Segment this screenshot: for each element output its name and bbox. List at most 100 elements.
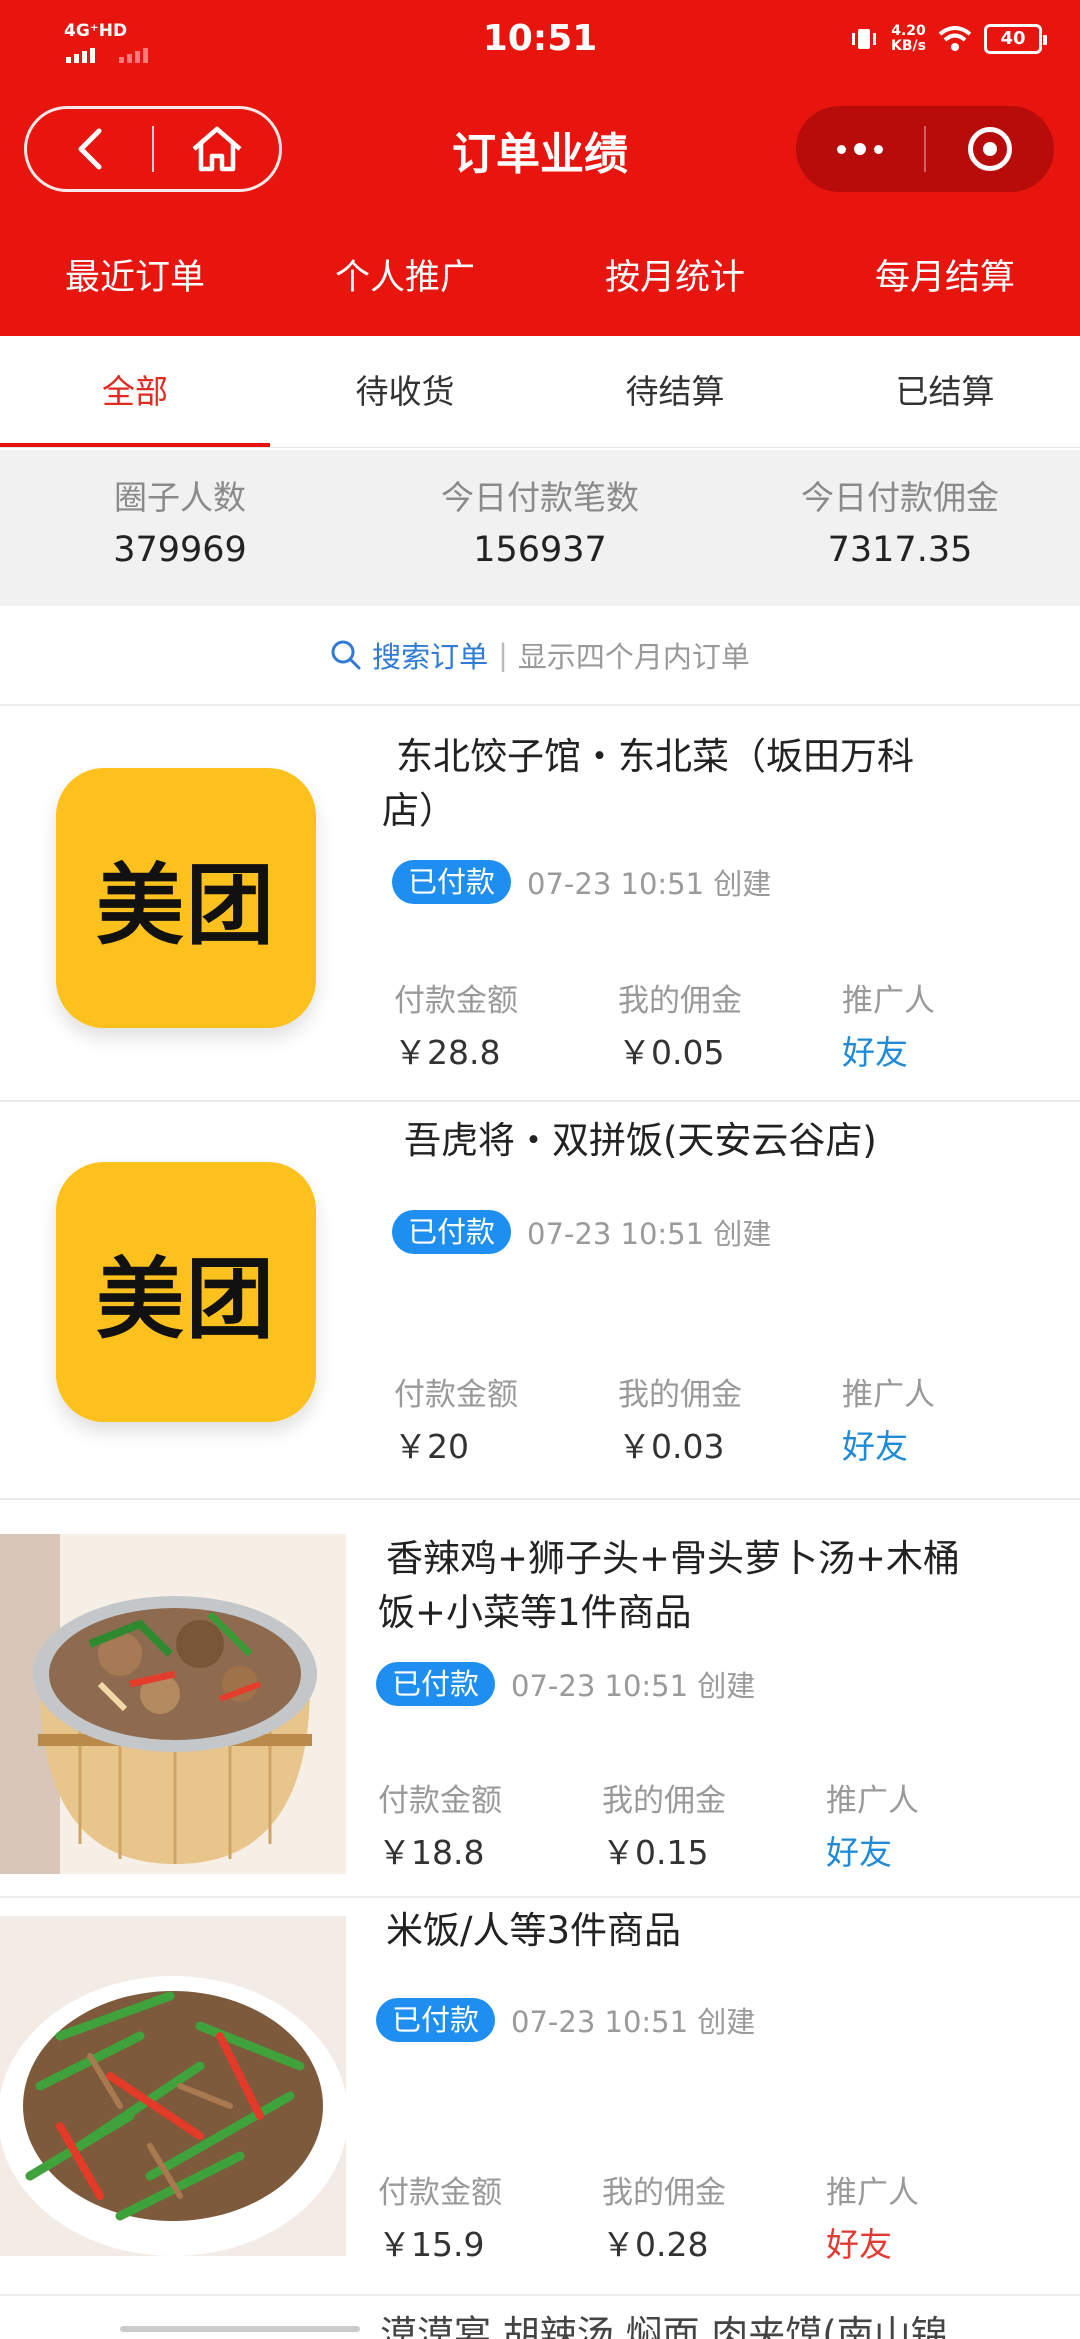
order-title-line: 香辣鸡+狮子头+骨头萝卜汤+木桶 <box>386 1537 961 1580</box>
promoter-value: 好友 <box>826 1833 892 1872</box>
commission-col: 我的佣金 ￥0.05 <box>618 978 842 1078</box>
promoter-label: 推广人 <box>826 1783 919 1819</box>
stat-circle-members: 圈子人数 379969 <box>0 450 360 606</box>
battery-icon: 40 <box>984 24 1047 54</box>
amount-value: ￥20 <box>394 1427 469 1466</box>
order-title-line: 吾虎将・双拼饭(天安云谷店) <box>404 1119 877 1162</box>
promoter-label: 推广人 <box>826 2175 919 2211</box>
status-bar: 4G⁺HD 10:51 4.20 KB/s 40 <box>0 0 1080 84</box>
tab-settled[interactable]: 已结算 <box>810 336 1080 447</box>
stat-value: 156937 <box>473 530 607 570</box>
amount-col: 付款金额 ￥28.8 <box>394 978 618 1078</box>
order-status-row: 已付款 07-23 10:51 创建 <box>392 860 771 904</box>
net-speed-unit: KB/s <box>891 38 926 54</box>
search-orders-row[interactable]: 搜索订单 | 显示四个月内订单 <box>0 606 1080 706</box>
order-status-tabs: 全部 待收货 待结算 已结算 <box>0 336 1080 448</box>
more-button[interactable] <box>796 106 924 192</box>
order-metrics: 付款金额 ￥28.8 我的佣金 ￥0.05 推广人 好友 <box>394 978 1066 1078</box>
amount-col: 付款金额 ￥20 <box>394 1372 618 1472</box>
net-speed: 4.20 KB/s <box>891 24 926 54</box>
food-photo <box>0 1916 346 2256</box>
commission-label: 我的佣金 <box>618 983 742 1019</box>
commission-value: ￥0.05 <box>618 1033 725 1072</box>
peek-title: 漠漠宴 胡辣汤 焖面 肉夹馍(南山锦 <box>380 2313 948 2339</box>
commission-label: 我的佣金 <box>602 2175 726 2211</box>
promoter-value: 好友 <box>842 1033 908 1072</box>
search-separator: | <box>498 638 508 672</box>
tab-all[interactable]: 全部 <box>0 336 270 447</box>
commission-col: 我的佣金 ￥0.28 <box>602 2170 826 2270</box>
commission-value: ￥0.15 <box>602 1833 709 1872</box>
promoter-value: 好友 <box>826 2225 892 2264</box>
order-status-row: 已付款 07-23 10:51 创建 <box>392 1210 771 1254</box>
amount-value: ￥15.9 <box>378 2225 485 2264</box>
meituan-logo: 美团 <box>56 768 316 1028</box>
stat-value: 7317.35 <box>827 530 973 570</box>
promoter-label: 推广人 <box>842 1377 935 1413</box>
stat-today-commission: 今日付款佣金 7317.35 <box>720 450 1080 606</box>
stat-today-payments: 今日付款笔数 156937 <box>360 450 720 606</box>
food-photo <box>0 1534 346 1874</box>
order-metrics: 付款金额 ￥15.9 我的佣金 ￥0.28 推广人 好友 <box>378 2170 1050 2270</box>
order-status-row: 已付款 07-23 10:51 创建 <box>376 1662 755 1706</box>
search-hint: 显示四个月内订单 <box>517 640 750 674</box>
order-title: 香辣鸡+狮子头+骨头萝卜汤+木桶 饭+小菜等1件商品 <box>378 1532 961 1640</box>
order-item[interactable]: 米饭/人等3件商品 已付款 07-23 10:51 创建 付款金额 ￥15.9 … <box>0 1900 1080 2296</box>
order-title: 米饭/人等3件商品 <box>386 1904 681 1958</box>
tab-monthly-settlement[interactable]: 每月结算 <box>810 248 1080 308</box>
commission-value: ￥0.03 <box>618 1427 725 1466</box>
commission-label: 我的佣金 <box>602 1783 726 1819</box>
order-item[interactable]: 美团 吾虎将・双拼饭(天安云谷店) 已付款 07-23 10:51 创建 付款金… <box>0 1104 1080 1500</box>
pepper-pork-stirfry-photo <box>0 1916 346 2256</box>
stat-label: 圈子人数 <box>114 478 246 517</box>
vibrate-icon <box>852 29 877 49</box>
amount-value: ￥18.8 <box>378 1833 485 1872</box>
meituan-logo-text: 美团 <box>95 853 276 957</box>
commission-col: 我的佣金 ￥0.03 <box>618 1372 842 1472</box>
stats-panel: 圈子人数 379969 今日付款笔数 156937 今日付款佣金 7317.35 <box>0 450 1080 606</box>
order-item[interactable]: 美团 东北饺子馆・东北菜（坂田万科 店） 已付款 07-23 10:51 创建 … <box>0 708 1080 1102</box>
promoter-value: 好友 <box>842 1427 908 1466</box>
peek-image-edge <box>120 2326 360 2332</box>
amount-label: 付款金额 <box>378 1783 502 1819</box>
paid-badge: 已付款 <box>376 1662 496 1706</box>
order-created-time: 07-23 10:51 创建 <box>511 1669 756 1703</box>
amount-label: 付款金额 <box>378 2175 502 2211</box>
paid-badge: 已付款 <box>376 1998 496 2042</box>
search-orders-link[interactable]: 搜索订单 <box>372 634 488 676</box>
tab-monthly-stats[interactable]: 按月统计 <box>540 248 810 308</box>
amount-label: 付款金额 <box>394 983 518 1019</box>
wooden-bucket-rice-photo <box>0 1534 346 1874</box>
meituan-logo: 美团 <box>56 1162 316 1422</box>
search-icon <box>331 640 361 670</box>
stat-value: 379969 <box>113 530 247 570</box>
order-title-line: 店） <box>382 789 456 832</box>
wifi-icon <box>938 26 972 51</box>
close-mini-program-button[interactable] <box>926 106 1054 192</box>
order-title-line: 饭+小菜等1件商品 <box>378 1591 692 1634</box>
commission-col: 我的佣金 ￥0.15 <box>602 1778 826 1878</box>
stat-label: 今日付款佣金 <box>801 478 999 517</box>
order-item[interactable]: 香辣鸡+狮子头+骨头萝卜汤+木桶 饭+小菜等1件商品 已付款 07-23 10:… <box>0 1502 1080 1898</box>
tab-personal-promotion[interactable]: 个人推广 <box>270 248 540 308</box>
paid-badge: 已付款 <box>392 1210 512 1254</box>
amount-label: 付款金额 <box>394 1377 518 1413</box>
more-dots-icon <box>837 143 883 155</box>
app-header: 4G⁺HD 10:51 4.20 KB/s 40 订单业绩 最近订单 个人推广 … <box>0 0 1080 336</box>
promoter-col: 推广人 好友 <box>826 1778 1050 1878</box>
next-order-peek[interactable]: 漠漠宴 胡辣汤 焖面 肉夹馍(南山锦 <box>0 2296 1080 2339</box>
amount-col: 付款金额 ￥15.9 <box>378 2170 602 2270</box>
paid-badge: 已付款 <box>392 860 512 904</box>
promoter-col: 推广人 好友 <box>842 978 1066 1078</box>
tab-recent-orders[interactable]: 最近订单 <box>0 248 270 308</box>
order-created-time: 07-23 10:51 创建 <box>511 2005 756 2039</box>
promoter-col: 推广人 好友 <box>826 2170 1050 2270</box>
status-right: 4.20 KB/s 40 <box>849 24 1047 54</box>
order-created-time: 07-23 10:51 创建 <box>527 867 772 901</box>
target-close-icon <box>967 127 1012 171</box>
stat-label: 今日付款笔数 <box>441 478 639 517</box>
order-status-row: 已付款 07-23 10:51 创建 <box>376 1998 755 2042</box>
amount-value: ￥28.8 <box>394 1033 501 1072</box>
tab-pending-settlement[interactable]: 待结算 <box>540 336 810 447</box>
tab-pending-receipt[interactable]: 待收货 <box>270 336 540 447</box>
